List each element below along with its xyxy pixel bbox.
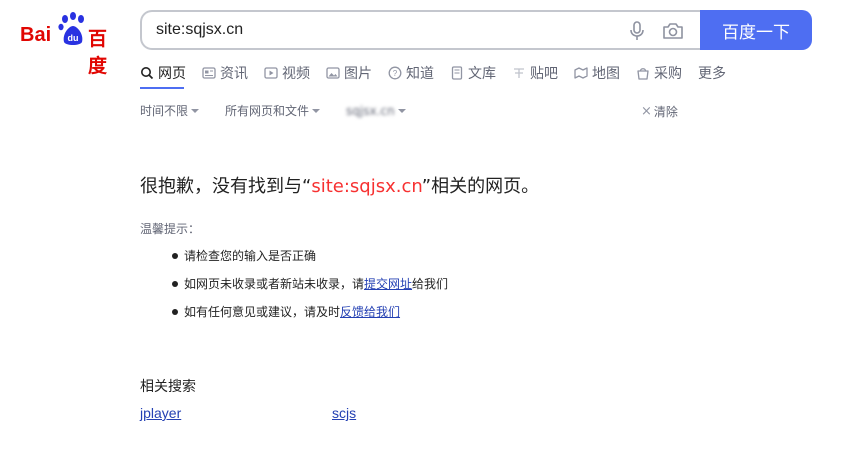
microphone-icon[interactable] — [628, 21, 646, 41]
tip-text: 给我们 — [412, 277, 449, 291]
search-tabs: 网页 资讯 视频 图片 ? 知道 文库 贴吧 地图 采购 更多 — [140, 62, 742, 90]
tab-web[interactable]: 网页 — [140, 62, 186, 84]
tab-news[interactable]: 资讯 — [202, 62, 248, 84]
related-search-link[interactable]: scjs — [332, 405, 356, 421]
search-input[interactable] — [156, 12, 616, 48]
site-filter-label: sqjsx.cn — [346, 103, 395, 118]
tab-label: 资讯 — [220, 66, 248, 82]
video-icon — [264, 67, 278, 79]
no-result-prefix: 很抱歉，没有找到与“ — [140, 176, 312, 197]
tips-list: 请检查您的输入是否正确 如网页未收录或者新站未收录，请提交网址给我们 如有任何意… — [170, 246, 448, 330]
tab-more[interactable]: 更多 — [698, 62, 726, 84]
tab-tieba[interactable]: 贴吧 — [512, 62, 558, 84]
document-icon — [451, 66, 463, 80]
tab-label: 贴吧 — [530, 66, 558, 82]
svg-text:?: ? — [393, 69, 398, 78]
caret-down-icon — [312, 108, 321, 113]
paw-icon: du — [58, 12, 84, 45]
tab-images[interactable]: 图片 — [326, 62, 372, 84]
shopping-icon — [637, 68, 649, 80]
tab-shopping[interactable]: 采购 — [636, 62, 682, 84]
time-filter-dropdown[interactable]: 时间不限 — [140, 102, 200, 119]
camera-icon[interactable] — [662, 21, 684, 41]
no-result-suffix: ”相关的网页。 — [421, 176, 540, 197]
feedback-link[interactable]: 反馈给我们 — [340, 305, 400, 319]
caret-down-icon — [397, 108, 406, 113]
related-searches-title: 相关搜索 — [140, 379, 196, 395]
tab-label: 采购 — [654, 66, 682, 82]
logo-cn-text: 百度 — [88, 28, 108, 77]
tab-label: 文库 — [468, 66, 496, 82]
tab-map[interactable]: 地图 — [574, 62, 620, 84]
tab-wenku[interactable]: 文库 — [450, 62, 496, 84]
no-result-message: 很抱歉，没有找到与“site:sqjsx.cn”相关的网页。 — [140, 172, 539, 198]
tab-label: 网页 — [158, 66, 186, 82]
list-item: 如有任何意见或建议，请及时反馈给我们 — [170, 302, 448, 330]
tab-label: 图片 — [344, 66, 372, 82]
news-icon — [202, 67, 216, 79]
tab-zhidao[interactable]: ? 知道 — [388, 62, 434, 84]
search-button[interactable]: 百度一下 — [700, 10, 812, 50]
tip-text: 如网页未收录或者新站未收录，请 — [184, 277, 365, 291]
search-filters: 时间不限 所有网页和文件 sqjsx.cn — [140, 102, 432, 119]
clear-filters-button[interactable]: × 清除 — [641, 103, 678, 120]
list-item: 如网页未收录或者新站未收录，请提交网址给我们 — [170, 274, 448, 302]
tab-label: 地图 — [592, 66, 620, 82]
type-filter-label: 所有网页和文件 — [225, 104, 310, 118]
submit-url-link[interactable]: 提交网址 — [364, 277, 412, 291]
search-icon — [141, 67, 154, 80]
tab-label: 更多 — [698, 66, 726, 82]
time-filter-label: 时间不限 — [140, 104, 189, 118]
tip-text: 如有任何意见或建议，请及时 — [184, 305, 341, 319]
search-box — [140, 10, 702, 50]
logo-bai-text: Bai — [20, 24, 52, 46]
site-filter-dropdown[interactable]: sqjsx.cn — [346, 102, 406, 119]
tieba-icon — [514, 68, 524, 78]
close-icon: × — [641, 104, 652, 119]
active-tab-indicator — [140, 87, 184, 89]
image-icon — [326, 67, 340, 79]
tab-label: 知道 — [406, 66, 434, 82]
no-result-query: site:sqjsx.cn — [311, 176, 422, 197]
tab-label: 视频 — [282, 66, 310, 82]
list-item: 请检查您的输入是否正确 — [170, 246, 448, 274]
caret-down-icon — [191, 108, 200, 113]
tips-title: 温馨提示： — [140, 222, 201, 236]
clear-filters-label: 清除 — [653, 105, 678, 119]
related-search-link[interactable]: jplayer — [140, 405, 181, 421]
tip-text: 请检查您的输入是否正确 — [184, 249, 317, 263]
question-icon: ? — [388, 66, 402, 80]
map-icon — [574, 67, 588, 79]
logo-du-text: du — [68, 33, 79, 43]
type-filter-dropdown[interactable]: 所有网页和文件 — [225, 102, 321, 119]
baidu-logo[interactable]: Bai du 百度 — [20, 12, 124, 77]
tab-video[interactable]: 视频 — [264, 62, 310, 84]
